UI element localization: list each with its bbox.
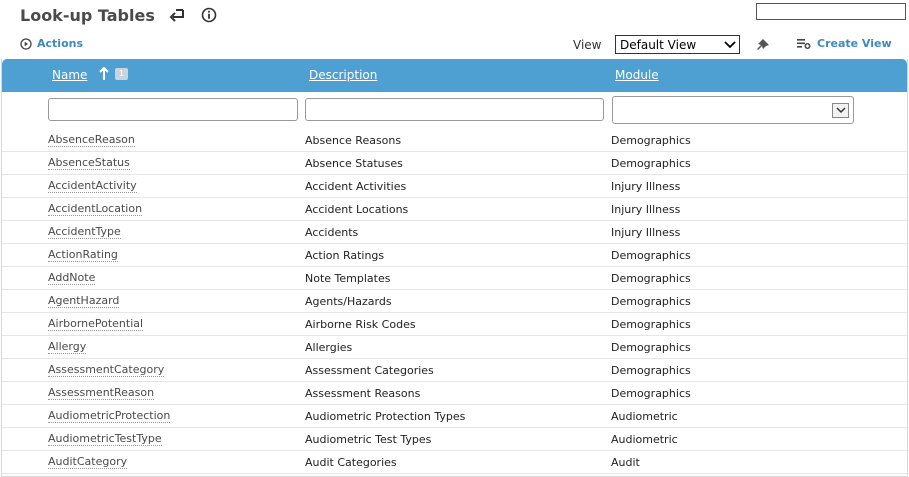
back-arrow-icon[interactable] [169, 8, 185, 22]
lookup-description: Accident Locations [305, 203, 409, 216]
lookup-name-link[interactable]: Allergy [48, 341, 87, 354]
chevron-down-icon [832, 103, 849, 118]
lookup-module: Audiometric [611, 410, 678, 423]
lookup-name-link[interactable]: AgentHazard [48, 295, 120, 308]
lookup-module: Demographics [611, 249, 691, 262]
lookup-description: Audit Categories [305, 456, 397, 469]
table-row[interactable]: AudiometricTestType Audiometric Test Type… [2, 428, 907, 451]
sort-order-badge: 1 [115, 68, 128, 80]
lookup-name-link[interactable]: AccidentActivity [48, 180, 137, 193]
lookup-tables-grid: Name 1 Description Module AbsenceReason A… [1, 59, 908, 477]
module-filter-select[interactable] [612, 96, 854, 124]
pin-icon[interactable] [754, 37, 772, 57]
column-header-name[interactable]: Name [52, 68, 87, 82]
lookup-module: Injury Illness [611, 180, 681, 193]
play-circle-icon [20, 37, 32, 50]
lookup-module: Demographics [611, 364, 691, 377]
lookup-name-link[interactable]: AssessmentCategory [48, 364, 165, 377]
name-filter-input[interactable] [48, 98, 298, 121]
lookup-name-link[interactable]: AirbornePotential [48, 318, 144, 331]
lookup-description: Accident Activities [305, 180, 407, 193]
view-select[interactable]: Default View [615, 35, 740, 54]
lookup-module: Demographics [611, 341, 691, 354]
filter-row [2, 93, 907, 127]
lookup-description: Assessment Categories [305, 364, 434, 377]
lookup-description: Agents/Hazards [305, 295, 392, 308]
lookup-description: Absence Reasons [305, 134, 402, 147]
table-row[interactable]: ActionRating Action Ratings Demographics [2, 244, 907, 267]
table-row[interactable]: AccidentActivity Accident Activities Injur… [2, 175, 907, 198]
lookup-module: Demographics [611, 387, 691, 400]
lookup-module: Demographics [611, 272, 691, 285]
info-icon[interactable] [201, 7, 217, 23]
table-row[interactable]: AbsenceReason Absence Reasons Demographics [2, 129, 907, 152]
description-filter-input[interactable] [305, 98, 604, 121]
lookup-description: Airborne Risk Codes [305, 318, 416, 331]
lookup-name-link[interactable]: AudiometricProtection [48, 410, 171, 423]
table-row[interactable]: AssessmentCategory Assessment Categories D… [2, 359, 907, 382]
lookup-module: Injury Illness [611, 203, 681, 216]
search-input[interactable] [756, 3, 906, 20]
lookup-name-link[interactable]: AudiometricTestType [48, 433, 162, 446]
create-view-button[interactable]: Create View [797, 37, 892, 50]
page-title: Look-up Tables [20, 5, 155, 25]
table-row[interactable]: Allergy Allergies Demographics [2, 336, 907, 359]
actions-button[interactable]: Actions [20, 37, 83, 50]
lookup-description: Allergies [305, 341, 353, 354]
lookup-description: Assessment Reasons [305, 387, 421, 400]
lookup-name-link[interactable]: AddNote [48, 272, 96, 285]
table-row[interactable]: AssessmentReason Assessment Reasons Demogr… [2, 382, 907, 405]
lookup-module: Demographics [611, 295, 691, 308]
table-row[interactable]: AudiometricProtection Audiometric Protect… [2, 405, 907, 428]
title-bar: Look-up Tables [20, 3, 217, 27]
table-row[interactable]: AddNote Note Templates Demographics [2, 267, 907, 290]
lookup-module: Demographics [611, 318, 691, 331]
lookup-name-link[interactable]: AbsenceStatus [48, 157, 130, 170]
actions-label: Actions [37, 37, 83, 50]
table-body: AbsenceReason Absence Reasons Demographics… [2, 129, 907, 474]
table-row[interactable]: AuditCategory Audit Categories Audit [2, 451, 907, 474]
column-header-module[interactable]: Module [615, 68, 659, 82]
lookup-name-link[interactable]: AssessmentReason [48, 387, 155, 400]
lookup-module: Audiometric [611, 433, 678, 446]
lookup-name-link[interactable]: AccidentType [48, 226, 121, 239]
view-label: View [573, 38, 602, 52]
create-view-label: Create View [817, 37, 892, 50]
chevron-down-icon [722, 37, 737, 52]
sort-up-icon[interactable] [98, 66, 110, 85]
table-row[interactable]: AbsenceStatus Absence Statuses Demographic… [2, 152, 907, 175]
grid-header: Name 1 Description Module [2, 59, 907, 92]
table-row[interactable]: AirbornePotential Airborne Risk Codes Demo… [2, 313, 907, 336]
table-row[interactable]: AccidentType Accidents Injury Illness [2, 221, 907, 244]
column-header-description[interactable]: Description [309, 68, 377, 82]
view-select-value: Default View [620, 37, 697, 52]
lookup-description: Audiometric Test Types [305, 433, 432, 446]
lookup-name-link[interactable]: ActionRating [48, 249, 118, 262]
lookup-module: Demographics [611, 157, 691, 170]
table-row[interactable]: AgentHazard Agents/Hazards Demographics [2, 290, 907, 313]
lookup-description: Action Ratings [305, 249, 385, 262]
lookup-description: Accidents [305, 226, 359, 239]
table-row[interactable]: AccidentLocation Accident Locations Injury… [2, 198, 907, 221]
lookup-name-link[interactable]: AbsenceReason [48, 134, 135, 147]
create-view-icon [797, 38, 811, 50]
lookup-module: Injury Illness [611, 226, 681, 239]
lookup-name-link[interactable]: AuditCategory [48, 456, 128, 469]
lookup-module: Demographics [611, 134, 691, 147]
lookup-description: Absence Statuses [305, 157, 403, 170]
lookup-description: Note Templates [305, 272, 391, 285]
lookup-name-link[interactable]: AccidentLocation [48, 203, 143, 216]
lookup-description: Audiometric Protection Types [305, 410, 466, 423]
lookup-module: Audit [611, 456, 640, 469]
